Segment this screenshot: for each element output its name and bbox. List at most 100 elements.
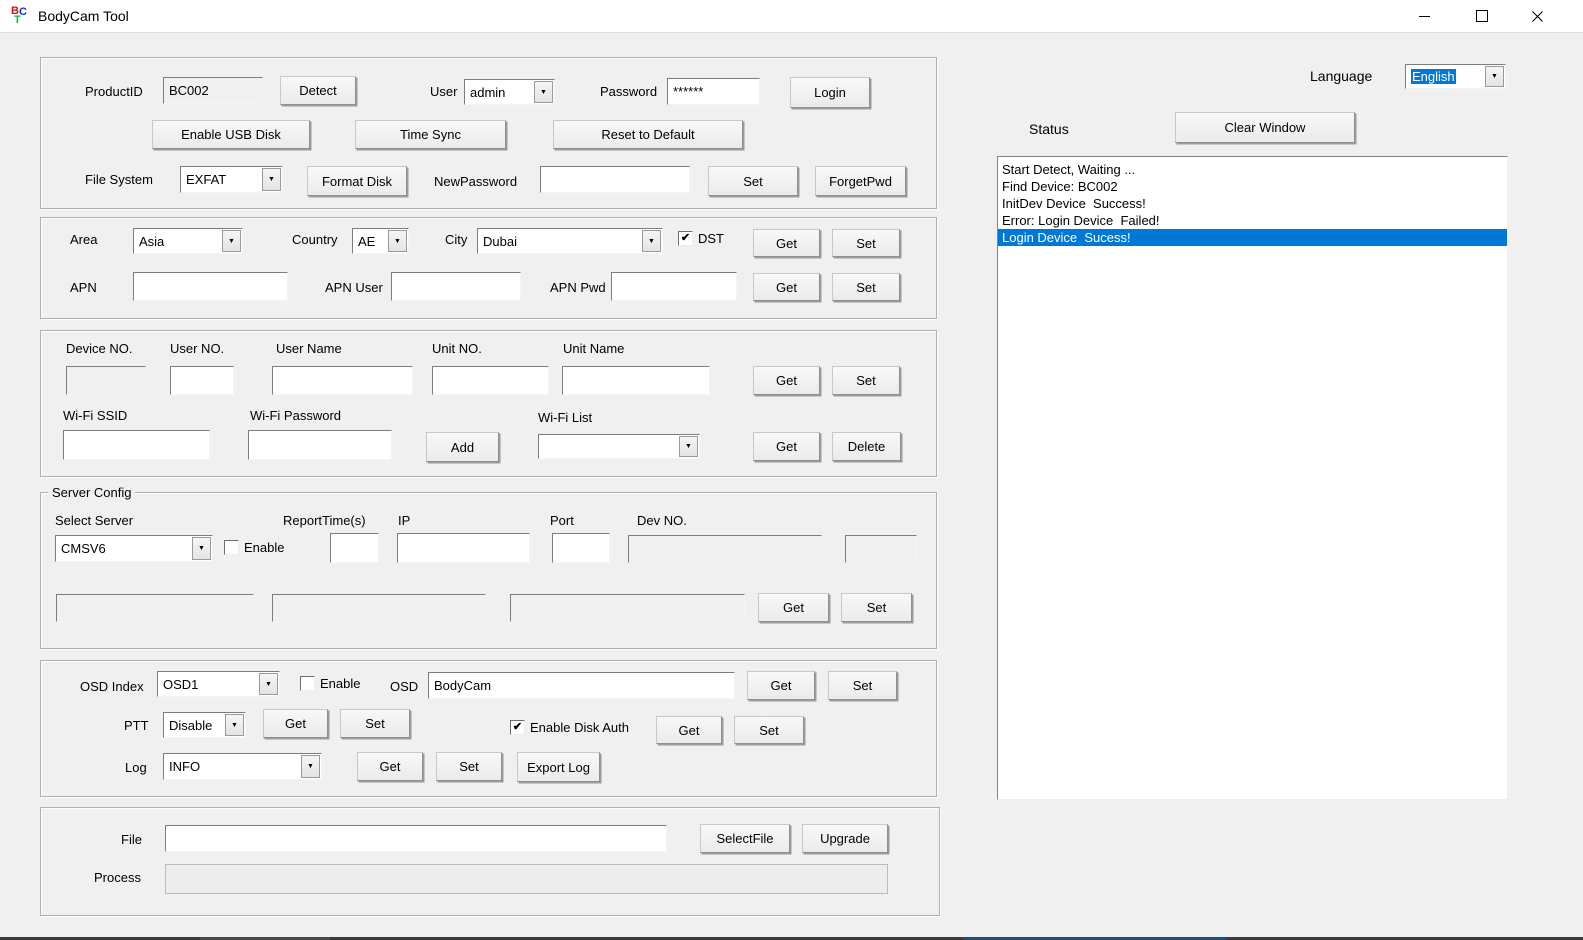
ptt-get-button[interactable]: Get [263, 709, 328, 738]
password-field[interactable] [667, 78, 760, 105]
wifi-add-button[interactable]: Add [426, 432, 499, 462]
area-select[interactable]: Asia ▼ [133, 228, 243, 254]
new-password-field[interactable] [540, 166, 690, 193]
region-set-button[interactable]: Set [832, 229, 900, 257]
chevron-down-icon[interactable]: ▼ [262, 168, 281, 191]
dst-checkbox[interactable]: ✔ DST [678, 231, 724, 246]
wifi-password-field[interactable] [248, 430, 392, 460]
chevron-down-icon[interactable]: ▼ [534, 81, 553, 103]
maximize-button[interactable] [1458, 0, 1505, 32]
enable-disk-auth-checkbox[interactable]: ✔ Enable Disk Auth [510, 720, 629, 735]
osd-enable-checkbox[interactable]: Enable [300, 676, 360, 691]
dev-no-field[interactable] [628, 535, 822, 563]
password-set-button[interactable]: Set [708, 166, 798, 196]
city-select[interactable]: Dubai ▼ [477, 228, 663, 254]
status-list-item-selected[interactable]: Login Device Sucess! [998, 229, 1507, 246]
chevron-down-icon[interactable]: ▼ [192, 537, 211, 560]
window-title: BodyCam Tool [38, 8, 129, 24]
ip-field[interactable] [397, 533, 530, 563]
log-select[interactable]: INFO ▼ [163, 753, 322, 780]
checkbox-icon [224, 540, 239, 555]
city-label: City [445, 232, 467, 247]
apn-set-button[interactable]: Set [832, 273, 900, 301]
wifi-delete-button[interactable]: Delete [832, 432, 901, 461]
reset-to-default-button[interactable]: Reset to Default [553, 120, 743, 149]
close-button[interactable] [1514, 0, 1561, 32]
report-time-field[interactable] [330, 533, 379, 563]
server-get-button[interactable]: Get [758, 593, 829, 622]
apn-get-button[interactable]: Get [753, 273, 820, 301]
chevron-down-icon[interactable]: ▼ [225, 714, 244, 736]
status-list-item[interactable]: InitDev Device Success! [998, 195, 1507, 212]
apn-label: APN [70, 280, 97, 295]
log-get-button[interactable]: Get [357, 752, 423, 781]
osd-field[interactable] [428, 672, 735, 699]
user-no-field[interactable] [170, 366, 234, 395]
osd-get-button[interactable]: Get [747, 671, 815, 700]
format-disk-button[interactable]: Format Disk [307, 166, 407, 196]
unit-set-button[interactable]: Set [832, 366, 900, 395]
server-info-field-2[interactable] [272, 594, 486, 622]
title-bar[interactable]: B C T BodyCam Tool [0, 0, 1583, 33]
unit-no-field[interactable] [432, 366, 549, 395]
status-listbox[interactable]: Start Detect, Waiting ... Find Device: B… [997, 156, 1508, 800]
disk-auth-set-button[interactable]: Set [734, 716, 804, 744]
export-log-button[interactable]: Export Log [517, 752, 600, 782]
unit-name-field[interactable] [562, 366, 710, 395]
chevron-down-icon[interactable]: ▼ [301, 755, 320, 778]
chevron-down-icon[interactable]: ▼ [222, 230, 241, 252]
disk-auth-get-button[interactable]: Get [656, 716, 722, 744]
file-field[interactable] [165, 825, 667, 852]
wifi-ssid-field[interactable] [63, 430, 210, 460]
server-enable-checkbox[interactable]: Enable [224, 540, 284, 555]
unit-get-button[interactable]: Get [753, 366, 820, 395]
minimize-icon [1419, 16, 1430, 17]
status-list-item[interactable]: Error: Login Device Failed! [998, 212, 1507, 229]
server-info-field-1[interactable] [56, 594, 254, 622]
server-set-button[interactable]: Set [841, 593, 912, 622]
language-select[interactable]: English ▼ [1405, 64, 1506, 89]
enable-usb-disk-button[interactable]: Enable USB Disk [152, 120, 310, 149]
minimize-button[interactable] [1401, 0, 1448, 32]
wifi-ssid-label: Wi-Fi SSID [63, 408, 127, 423]
apn-user-field[interactable] [391, 272, 521, 301]
region-get-button[interactable]: Get [753, 229, 820, 257]
chevron-down-icon[interactable]: ▼ [388, 230, 407, 252]
port-field[interactable] [552, 533, 610, 563]
user-label: User [430, 84, 457, 99]
upgrade-button[interactable]: Upgrade [802, 824, 888, 853]
select-server-label: Select Server [55, 513, 133, 528]
apn-field[interactable] [133, 272, 288, 301]
ptt-select[interactable]: Disable ▼ [163, 712, 246, 738]
clear-window-button[interactable]: Clear Window [1175, 112, 1355, 143]
device-no-field[interactable] [66, 366, 146, 395]
server-aux-field[interactable] [845, 535, 917, 563]
login-button[interactable]: Login [790, 77, 870, 108]
chevron-down-icon[interactable]: ▼ [1485, 66, 1504, 87]
time-sync-button[interactable]: Time Sync [355, 120, 506, 149]
server-info-field-3[interactable] [510, 594, 745, 622]
ptt-set-button[interactable]: Set [340, 709, 410, 738]
status-list-item[interactable]: Find Device: BC002 [998, 178, 1507, 195]
wifi-get-button[interactable]: Get [753, 432, 820, 461]
chevron-down-icon[interactable]: ▼ [259, 673, 278, 695]
file-system-select[interactable]: EXFAT ▼ [180, 166, 283, 193]
detect-button[interactable]: Detect [280, 76, 356, 105]
status-list-item[interactable]: Start Detect, Waiting ... [998, 161, 1507, 178]
user-name-field[interactable] [272, 366, 413, 395]
ip-label: IP [398, 513, 410, 528]
forget-pwd-button[interactable]: ForgetPwd [815, 166, 906, 196]
chevron-down-icon[interactable]: ▼ [642, 230, 661, 252]
server-select[interactable]: CMSV6 ▼ [55, 535, 213, 562]
country-select[interactable]: AE ▼ [352, 228, 409, 254]
select-file-button[interactable]: SelectFile [700, 824, 790, 853]
osd-index-select[interactable]: OSD1 ▼ [157, 671, 280, 697]
productid-field[interactable] [163, 77, 263, 104]
osd-set-button[interactable]: Set [828, 671, 897, 700]
apn-pwd-field[interactable] [611, 272, 737, 301]
user-select[interactable]: admin ▼ [464, 79, 555, 105]
chevron-down-icon[interactable]: ▼ [679, 436, 698, 457]
country-label: Country [292, 232, 338, 247]
wifi-list-select[interactable]: ▼ [538, 434, 700, 459]
log-set-button[interactable]: Set [436, 752, 502, 781]
